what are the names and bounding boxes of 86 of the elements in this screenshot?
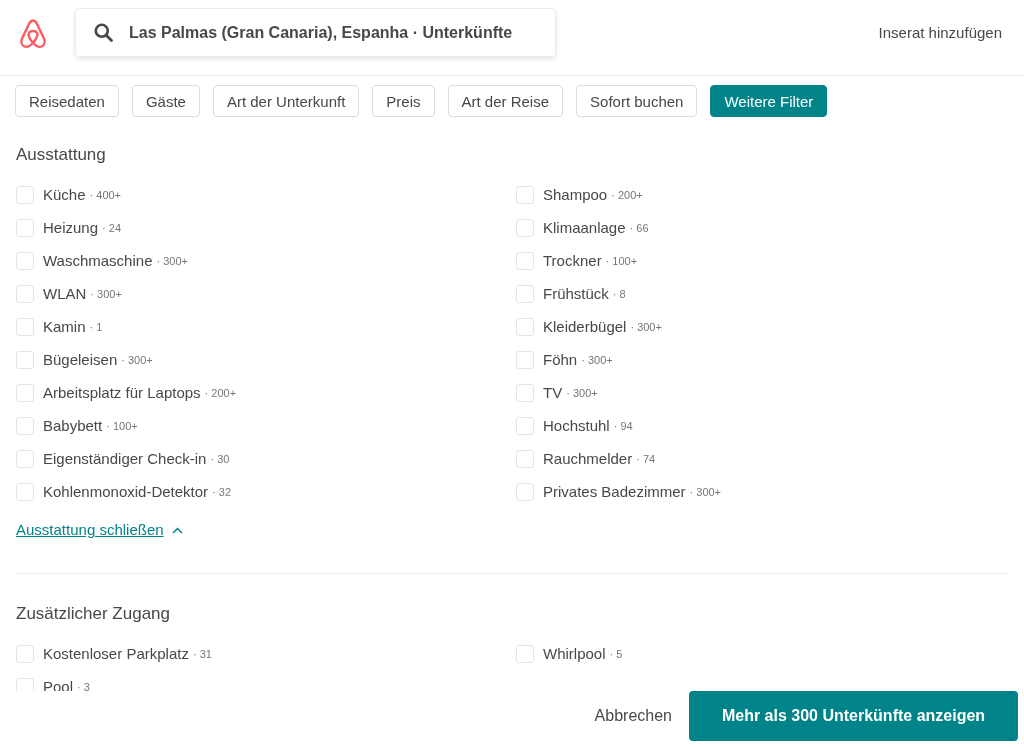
amenity-count: · 66: [629, 220, 649, 235]
checkbox[interactable]: [516, 416, 534, 435]
filter-button[interactable]: Sofort buchen: [576, 85, 698, 117]
amenity-label: Küche: [43, 185, 86, 204]
amenity-count: · 1: [89, 319, 103, 334]
amenity-count: · 100+: [605, 253, 638, 268]
amenity-label: Kleiderbügel: [543, 317, 627, 336]
amenity-count: · 400+: [89, 187, 122, 202]
checkbox[interactable]: [16, 284, 34, 303]
checkbox[interactable]: [16, 350, 34, 369]
checkbox[interactable]: [16, 383, 34, 402]
filter-button[interactable]: Reisedaten: [15, 85, 119, 117]
amenity-count: · 300+: [90, 286, 122, 301]
show-results-button[interactable]: Mehr als 300 Unterkünfte anzeigen: [689, 691, 1018, 741]
amenity-count: · 3: [77, 679, 90, 691]
checkbox[interactable]: [16, 251, 34, 270]
filter-button[interactable]: Art der Reise: [447, 85, 564, 117]
checkbox[interactable]: [16, 677, 34, 691]
amenity-label: Babybett: [43, 416, 103, 435]
checkbox[interactable]: [516, 218, 534, 237]
amenity-count: · 74: [636, 451, 656, 466]
search-field[interactable]: Las Palmas (Gran Canaria), Espanha · Unterkünfte: [75, 8, 556, 57]
search-icon: [94, 23, 113, 42]
amenity-count: · 32: [212, 484, 232, 499]
amenity-count: · 300+: [630, 319, 662, 334]
amenity-label: Privates Badezimmer: [543, 482, 686, 501]
checkbox[interactable]: [16, 449, 34, 468]
amenity-label: Hochstuhl: [543, 416, 610, 435]
amenity-count: · 24: [102, 220, 121, 235]
amenity-label: Kohlenmonoxid-Detektor: [43, 482, 209, 501]
amenity-count: · 300+: [156, 253, 188, 268]
amenity-label: Eigenständiger Check-in: [43, 449, 207, 468]
amenity-label: Trockner: [543, 251, 602, 270]
amenity-count: · 31: [192, 646, 212, 661]
amenity-count: · 300+: [581, 352, 613, 367]
add-listing-link[interactable]: Inserat hinzufügen: [878, 24, 1002, 42]
amenity-label: Waschmaschine: [43, 251, 153, 270]
amenity-label: Rauchmelder: [543, 449, 633, 468]
amenity-label: Shampoo: [543, 185, 608, 204]
amenity-count: · 200+: [611, 187, 643, 202]
checkbox[interactable]: [16, 317, 34, 336]
checkbox[interactable]: [16, 416, 34, 435]
amenity-label: Whirlpool: [543, 644, 606, 663]
amenity-count: · 8: [612, 286, 626, 301]
checkbox[interactable]: [516, 350, 534, 369]
amenity-count: · 300+: [689, 484, 722, 499]
checkbox[interactable]: [516, 317, 534, 336]
amenity-count: · 300+: [566, 385, 598, 400]
section-heading: Ausstattung: [16, 144, 106, 166]
checkbox[interactable]: [16, 218, 34, 237]
amenity-label: Arbeitsplatz für Laptops: [43, 383, 201, 402]
amenity-label: Kostenloser Parkplatz: [43, 644, 189, 663]
filter-button[interactable]: Weitere Filter: [710, 85, 828, 117]
chevron-up-icon[interactable]: [171, 526, 183, 534]
amenity-count: · 200+: [204, 385, 237, 400]
checkbox[interactable]: [516, 251, 534, 270]
checkbox[interactable]: [516, 644, 534, 663]
amenity-count: · 94: [613, 418, 633, 433]
amenity-label: Heizung: [43, 218, 99, 237]
amenity-count: · 300+: [121, 352, 153, 367]
amenity-label: Frühstück: [543, 284, 609, 303]
amenity-label: Klimaanlage: [543, 218, 626, 237]
amenity-label: Föhn: [543, 350, 578, 369]
collapse-link[interactable]: Ausstattung schließen: [16, 520, 164, 540]
cancel-button[interactable]: Abbrechen: [589, 691, 677, 741]
logo-icon[interactable]: [18, 18, 48, 50]
checkbox[interactable]: [516, 449, 534, 468]
amenity-label: Pool: [43, 677, 74, 691]
section-heading: Zusätzlicher Zugang: [16, 603, 171, 625]
checkbox[interactable]: [16, 482, 34, 501]
amenity-label: Bügeleisen: [43, 350, 118, 369]
checkbox[interactable]: [516, 482, 534, 501]
checkbox[interactable]: [516, 284, 534, 303]
amenity-label: TV: [543, 383, 563, 402]
checkbox[interactable]: [16, 644, 34, 663]
amenity-label: Kamin: [43, 317, 86, 336]
filter-button[interactable]: Gäste: [131, 85, 200, 117]
checkbox[interactable]: [516, 185, 534, 204]
filter-button[interactable]: Art der Unterkunft: [212, 85, 360, 117]
amenity-count: · 5: [609, 646, 623, 661]
checkbox[interactable]: [16, 185, 34, 204]
amenity-label: WLAN: [43, 284, 87, 303]
amenity-count: · 30: [210, 451, 230, 466]
amenity-count: · 100+: [106, 418, 138, 433]
filter-button[interactable]: Preis: [372, 85, 435, 117]
checkbox[interactable]: [516, 383, 534, 402]
